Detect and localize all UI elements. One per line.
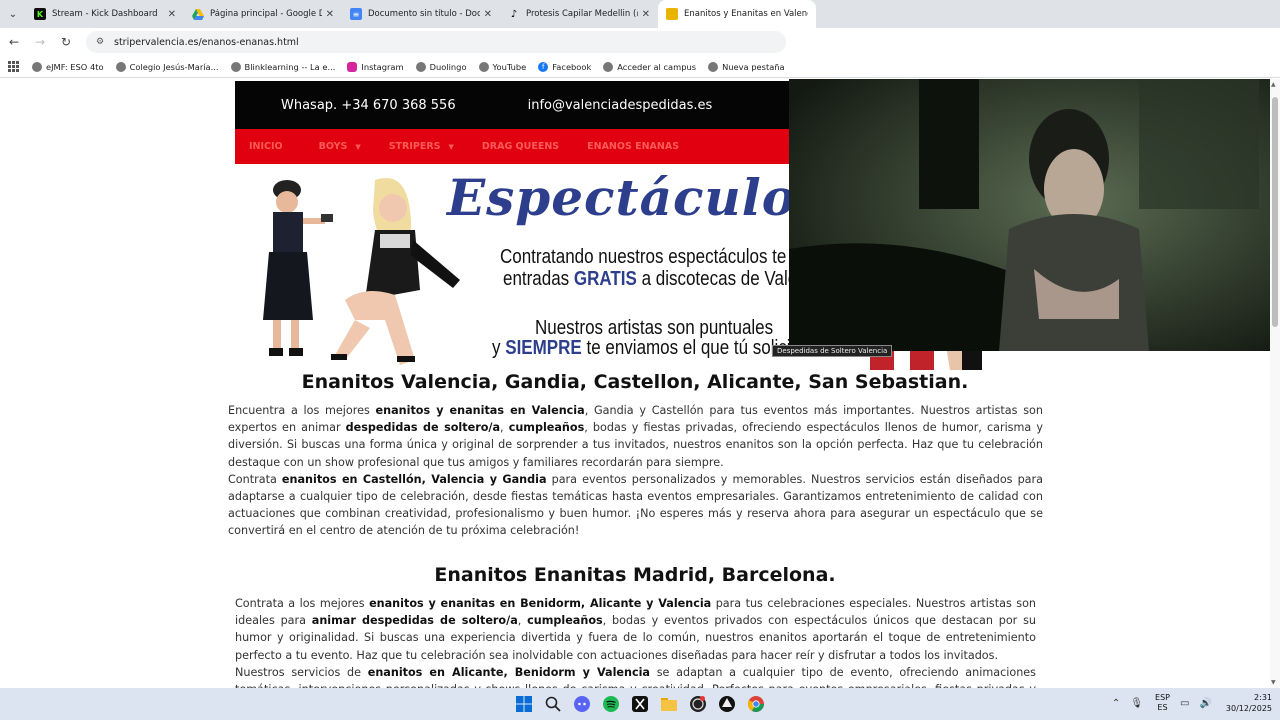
page-heading-1: Enanitos Valencia, Gandia, Castellon, Al…	[301, 371, 969, 393]
bookmark-blinklearning[interactable]: Blinklearning -- La e...	[230, 61, 335, 72]
banner-line-2: entradas GRATIS a discotecas de Valencia	[503, 268, 829, 290]
apps-grid-icon[interactable]	[8, 60, 20, 73]
menu-item-stripers[interactable]: STRIPERS ▼	[389, 141, 454, 152]
banner-line-4: y SIEMPRE te enviamos el que tú solicite…	[492, 337, 814, 359]
caret-down-icon: ▼	[355, 142, 361, 151]
globe-icon	[603, 61, 614, 72]
docs-icon: ≡	[350, 8, 362, 20]
address-input[interactable]: ⚙ stripervalencia.es/enanos-enanas.html	[86, 31, 786, 53]
scroll-up-icon[interactable]: ▲	[1271, 81, 1276, 88]
network-icon[interactable]: ▭	[1180, 698, 1189, 709]
whatsapp-text: Whasap. +34 670 368 556	[281, 97, 456, 113]
menu-item-inicio[interactable]: INICIO	[249, 141, 283, 152]
bookmark-colegio[interactable]: Colegio Jesús-María...	[115, 61, 219, 72]
globe-icon	[708, 61, 719, 72]
microphone-icon[interactable]: 🎙	[1130, 698, 1143, 709]
bookmark-youtube[interactable]: YouTube	[478, 61, 526, 72]
hero-banner: Espectáculos Vale Contratando nuestros e…	[235, 164, 964, 370]
globe-icon	[415, 61, 426, 72]
globe-icon	[32, 61, 42, 72]
windows-taskbar: ⌃ 🎙 ESP ES ▭ 🔊 2:31 30/12/2025	[0, 688, 1280, 720]
tab-search-button[interactable]: ⌄	[0, 0, 26, 28]
tab-tiktok[interactable]: ♪ Protesis Capilar Medellin (@pro ✕	[500, 0, 658, 28]
banner-line-1: Contratando nuestros espectáculos te	[500, 246, 787, 268]
tab-enanitos[interactable]: Enanitos y Enanitas en Valencia	[658, 0, 816, 28]
globe-icon	[478, 61, 489, 72]
search-icon[interactable]	[541, 692, 565, 716]
back-arrow-icon[interactable]: ←	[2, 30, 26, 54]
clock[interactable]: 2:31 30/12/2025	[1226, 692, 1272, 714]
scrollbar-thumb[interactable]	[1272, 97, 1278, 327]
email-link[interactable]: info@valenciadespedidas.es	[528, 98, 713, 113]
capcut-icon[interactable]	[628, 692, 652, 716]
caret-down-icon: ▼	[448, 142, 454, 151]
bookmark-facebook[interactable]: f Facebook	[538, 61, 591, 72]
performers-image	[263, 178, 460, 365]
bookmark-instagram[interactable]: Instagram	[347, 61, 404, 72]
chrome-icon[interactable]	[744, 692, 768, 716]
windows-start-icon[interactable]	[512, 692, 536, 716]
tab-drive[interactable]: Página principal - Google Drive ✕	[184, 0, 342, 28]
facebook-icon: f	[538, 61, 549, 72]
close-icon[interactable]: ✕	[168, 9, 176, 20]
link-tooltip: Despedidas de Soltero Valencia	[772, 345, 893, 357]
system-tray: ⌃ 🎙 ESP ES ▭ 🔊 2:31 30/12/2025	[1102, 692, 1272, 714]
tab-kick[interactable]: K Stream - Kick Dashboard ✕	[26, 0, 184, 28]
instagram-icon	[347, 61, 358, 72]
drive-icon	[192, 8, 204, 20]
spotify-icon[interactable]	[599, 692, 623, 716]
site-info-icon[interactable]: ⚙	[96, 37, 106, 47]
close-icon[interactable]: ✕	[642, 9, 650, 20]
bookmark-ejmf[interactable]: eJMF: ESO 4to	[32, 61, 104, 72]
volume-icon[interactable]: 🔊	[1199, 698, 1211, 709]
discord-icon[interactable]	[570, 692, 594, 716]
webcam-overlay	[789, 79, 1270, 351]
page-scrollbar[interactable]: ▲ ▼	[1270, 79, 1280, 688]
menu-item-boys[interactable]: BOYS ▼	[319, 141, 361, 152]
chevron-up-icon[interactable]: ⌃	[1112, 698, 1120, 709]
bookmark-duolingo[interactable]: Duolingo	[415, 61, 467, 72]
url-text: stripervalencia.es/enanos-enanas.html	[114, 36, 299, 48]
file-explorer-icon[interactable]	[657, 692, 681, 716]
close-icon[interactable]: ✕	[484, 9, 492, 20]
webcam-feed-image	[789, 79, 1270, 351]
close-icon[interactable]: ✕	[326, 9, 334, 20]
app-icon[interactable]	[715, 692, 739, 716]
kick-icon: K	[34, 8, 46, 20]
contact-strip: Whasap. +34 670 368 556 info@valenciades…	[235, 81, 790, 129]
bookmark-campus[interactable]: Acceder al campus	[603, 61, 696, 72]
address-bar-row: ← → ↻ ⚙ stripervalencia.es/enanos-enanas…	[0, 28, 1280, 56]
language-indicator[interactable]: ESP ES	[1155, 693, 1170, 713]
paragraph-1: Encuentra a los mejores enanitos y enani…	[228, 404, 1043, 538]
bookmarks-bar: eJMF: ESO 4to Colegio Jesús-María... Bli…	[0, 56, 1280, 78]
site-icon	[666, 8, 678, 20]
bookmark-new-tab[interactable]: Nueva pestaña	[708, 61, 785, 72]
paragraph-2: Contrata a los mejores enanitos y enanit…	[235, 597, 1036, 688]
tab-strip: ⌄ K Stream - Kick Dashboard ✕ Página pri…	[0, 0, 1280, 28]
page-heading-2: Enanitos Enanitas Madrid, Barcelona.	[434, 564, 836, 586]
web-page: Whasap. +34 670 368 556 info@valenciades…	[0, 79, 1270, 688]
obs-icon[interactable]	[686, 692, 710, 716]
scroll-down-icon[interactable]: ▼	[1271, 679, 1276, 686]
menu-item-drag-queens[interactable]: DRAG QUEENS	[482, 141, 559, 152]
globe-icon	[115, 61, 126, 72]
tiktok-icon: ♪	[510, 8, 518, 20]
reload-icon[interactable]: ↻	[54, 30, 78, 54]
forward-arrow-icon[interactable]: →	[28, 30, 52, 54]
site-menu: INICIO BOYS ▼ STRIPERS ▼ DRAG QUEENS ENANO…	[235, 129, 790, 164]
globe-icon	[230, 61, 241, 72]
tab-docs[interactable]: ≡ Documento sin título - Docum ✕	[342, 0, 500, 28]
menu-item-enanos-enanas[interactable]: ENANOS ENANAS	[587, 141, 679, 152]
